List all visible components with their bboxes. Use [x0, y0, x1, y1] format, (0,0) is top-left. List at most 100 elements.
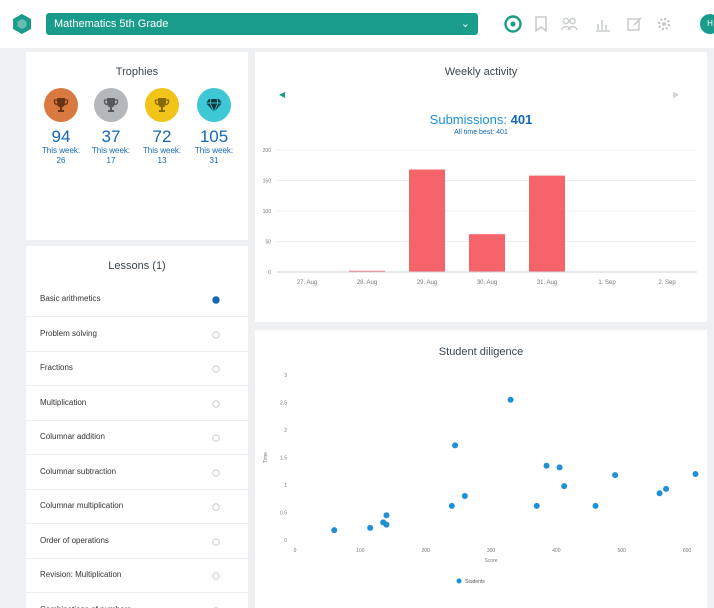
student-diligence-chart: 0 0.5 1 1.5 2 2.5 3 0 100 200 300 400 500 600 Score Tim… — [263, 373, 699, 585]
chevron-down-icon: ⌄ — [460, 18, 470, 30]
lesson-label: Basic arithmetics — [40, 294, 101, 303]
y-tick-label: 200 — [263, 148, 272, 154]
scatter-point — [543, 462, 550, 469]
dashboard-icon[interactable] — [503, 14, 523, 34]
x-tick-label: 27. Aug — [297, 280, 317, 286]
scatter-point — [461, 493, 468, 499]
bar — [529, 175, 565, 272]
scatter-point — [592, 502, 599, 509]
lesson-item[interactable]: Multiplication — [26, 387, 248, 421]
lesson-inactive-icon — [212, 330, 220, 339]
trophy-count: 105 — [199, 127, 229, 146]
trophy-count: 37 — [101, 127, 121, 146]
trophy-count: 94 — [51, 127, 71, 146]
y-tick-label: 2.5 — [280, 401, 287, 407]
scatter-point — [383, 512, 390, 519]
legend-marker — [456, 578, 462, 584]
x-tick-label: 31. Aug — [537, 280, 557, 286]
lesson-label: Multiplication — [40, 397, 87, 407]
lesson-label: Revision: Multiplication — [40, 570, 122, 579]
bar — [409, 169, 445, 272]
lesson-label: Columnar subtraction — [40, 466, 117, 476]
lesson-label: Fractions — [40, 363, 73, 372]
statistics-icon[interactable] — [593, 14, 613, 34]
lesson-item[interactable]: Columnar addition — [26, 421, 248, 455]
x-tick-label: 400 — [552, 548, 561, 554]
lesson-item[interactable]: Problem solving — [26, 318, 248, 352]
lesson-label: Columnar multiplication — [40, 501, 124, 510]
scatter-point — [561, 483, 568, 490]
lesson-inactive-icon — [212, 399, 220, 408]
lesson-item[interactable]: Basic arithmetics — [26, 283, 248, 317]
scatter-point — [507, 396, 514, 403]
trophy-count: 72 — [152, 127, 172, 146]
x-tick-label: 0 — [294, 548, 297, 554]
trophy-week-label: This week: — [91, 146, 131, 155]
lesson-item[interactable]: Revision: Multiplication — [26, 559, 248, 593]
lesson-inactive-icon — [212, 365, 220, 373]
scatter-point — [448, 502, 455, 509]
trophy-week-label: This week: — [41, 146, 81, 155]
lesson-item[interactable]: Order of operations — [26, 525, 248, 559]
weekly-activity-card: Weekly activity ◀ ▶ Submissions: 401 All… — [255, 52, 707, 322]
y-tick-label: 50 — [265, 240, 271, 246]
lesson-label: Order of operations — [40, 535, 109, 545]
lessons-title: Lessons (1) — [108, 260, 166, 272]
x-axis-label: Score — [484, 558, 497, 564]
x-tick-label: 2. Sep — [658, 280, 676, 286]
x-tick-label: 100 — [356, 548, 365, 554]
trophies-title: Trophies — [115, 66, 159, 78]
trophy-diamond-badge — [197, 88, 231, 122]
trophy-week-value: 13 — [157, 156, 167, 165]
y-tick-label: 0.5 — [280, 511, 287, 517]
top-bar: Mathematics 5th Grade ⌄ H — [0, 0, 714, 48]
scatter-point — [331, 527, 338, 534]
y-tick-label: 100 — [263, 209, 272, 215]
x-tick-label: 600 — [683, 548, 692, 554]
trophy-week-value: 31 — [209, 156, 219, 165]
trophy-gold-badge — [145, 88, 179, 122]
scatter-point — [367, 524, 374, 531]
scatter-point — [612, 472, 619, 479]
trophy-week-value: 26 — [56, 156, 66, 165]
bookmark-icon[interactable] — [531, 14, 551, 34]
x-tick-label: 29. Aug — [417, 280, 437, 286]
lesson-item[interactable]: Columnar subtraction — [26, 456, 248, 490]
trophy-week-value: 17 — [106, 156, 116, 165]
lesson-item[interactable]: Fractions — [26, 352, 248, 386]
avatar[interactable]: H — [700, 14, 714, 34]
lesson-inactive-icon — [212, 537, 220, 546]
x-tick-label: 200 — [421, 548, 430, 554]
lesson-label: Columnar addition — [40, 432, 105, 441]
y-tick-label: 1 — [284, 483, 287, 489]
y-tick-label: 0 — [268, 270, 271, 276]
lesson-active-icon — [212, 296, 220, 304]
y-tick-label: 150 — [263, 179, 272, 185]
y-tick-label: 1.5 — [280, 456, 287, 462]
scatter-point — [663, 485, 670, 492]
gear-icon[interactable] — [654, 14, 674, 34]
lesson-inactive-icon — [212, 468, 220, 477]
y-tick-label: 0 — [284, 538, 287, 544]
course-select[interactable]: Mathematics 5th Grade ⌄ — [46, 13, 478, 35]
cup-icon — [103, 98, 119, 112]
lesson-label: Problem solving — [40, 328, 97, 338]
lesson-item[interactable]: Combinations of numbers — [26, 594, 248, 608]
trophy-gold: 72 This week: 13 — [135, 88, 189, 166]
trophy-silver-badge — [94, 88, 128, 122]
trophy-week-label: This week: — [194, 146, 234, 155]
students-icon[interactable] — [559, 14, 579, 34]
lesson-item[interactable]: Columnar multiplication — [26, 490, 248, 524]
lesson-inactive-icon — [212, 572, 220, 580]
lesson-label: Combinations of numbers — [40, 605, 131, 608]
trophy-week-label: This week: — [142, 146, 182, 155]
x-tick-label: 500 — [617, 548, 626, 554]
edit-icon[interactable] — [625, 14, 645, 34]
trophy-silver: 37 This week: 17 — [84, 88, 138, 166]
app-logo-icon[interactable] — [10, 12, 34, 36]
lesson-inactive-icon — [212, 503, 220, 511]
cup-icon — [53, 98, 69, 112]
scatter-point — [692, 471, 699, 477]
scatter-point — [452, 442, 459, 449]
lesson-inactive-icon — [212, 434, 220, 442]
